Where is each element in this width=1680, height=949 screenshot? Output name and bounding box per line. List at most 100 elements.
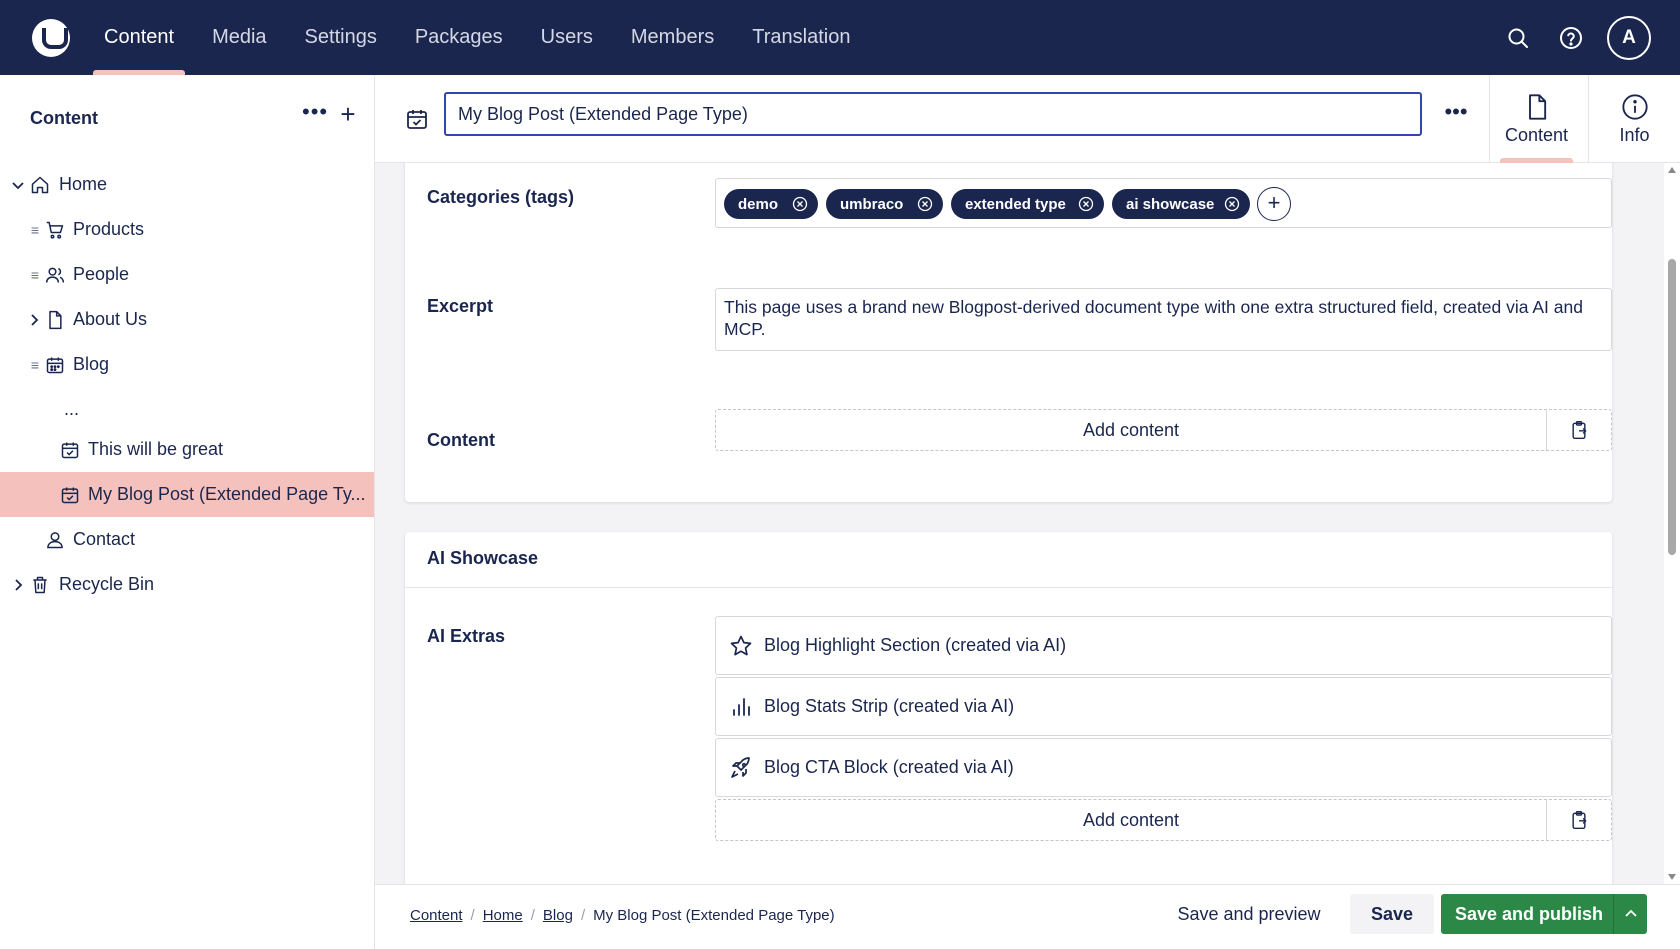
sidebar-actions-button[interactable]: ••• <box>302 101 328 129</box>
cart-icon <box>44 219 66 241</box>
excerpt-textarea[interactable]: This page uses a brand new Blogpost-deri… <box>715 288 1612 351</box>
help-icon[interactable] <box>1554 21 1588 55</box>
nav-packages[interactable]: Packages <box>396 0 522 75</box>
nav-media[interactable]: Media <box>193 0 285 75</box>
chevron-right-icon[interactable] <box>26 312 42 328</box>
nav-content[interactable]: Content <box>85 0 193 75</box>
remove-tag-icon[interactable] <box>917 196 933 212</box>
document-name-input[interactable] <box>444 92 1422 136</box>
ai-showcase-card: AI Showcase AI Extras Blog Highlight Sec… <box>405 532 1612 884</box>
chevron-down-icon[interactable] <box>10 177 26 193</box>
search-icon[interactable] <box>1501 21 1535 55</box>
clipboard-icon[interactable] <box>1546 800 1611 840</box>
tree-label: Recycle Bin <box>59 574 155 594</box>
tree-item-blog[interactable]: ≡ Blog <box>0 342 374 387</box>
tree-item-more[interactable]: ... <box>0 387 374 432</box>
editor-footer: Content / Home / Blog / My Blog Post (Ex… <box>375 884 1680 949</box>
chevron-right-icon[interactable] <box>10 577 26 593</box>
tree-item-this-will-be-great[interactable]: This will be great <box>0 427 374 472</box>
tree-item-home[interactable]: Home <box>0 162 374 207</box>
add-content-button[interactable]: Add content <box>715 409 1612 451</box>
tree-item-recycle-bin[interactable]: Recycle Bin <box>0 562 374 607</box>
remove-tag-icon[interactable] <box>1078 196 1094 212</box>
tags-field[interactable]: demo umbraco extended type ai showcase + <box>715 178 1612 228</box>
document-icon <box>44 309 66 331</box>
tree-label: Home <box>59 174 108 194</box>
breadcrumb-separator: / <box>580 907 586 924</box>
nav-translation[interactable]: Translation <box>733 0 869 75</box>
tree-item-my-blog-post[interactable]: My Blog Post (Extended Page Ty... <box>0 472 374 517</box>
drag-handle-icon[interactable]: ≡ <box>28 267 42 283</box>
tree-label: Contact <box>73 529 136 549</box>
tab-label: Content <box>1504 124 1569 145</box>
breadcrumb: Content / Home / Blog / My Blog Post (Ex… <box>410 907 835 924</box>
umbraco-logo[interactable] <box>32 19 70 57</box>
tree-item-contact[interactable]: Contact <box>0 517 374 562</box>
breadcrumb-current: My Blog Post (Extended Page Type) <box>593 907 835 924</box>
properties-card: Categories (tags) demo umbraco extended … <box>405 163 1612 502</box>
tag-chip: demo <box>724 189 818 219</box>
scroll-thumb[interactable] <box>1668 259 1676 555</box>
tag-chip: extended type <box>951 189 1104 219</box>
add-content-label: Add content <box>1082 810 1180 830</box>
ai-extras-label: AI Extras <box>427 626 506 646</box>
document-actions-button[interactable]: ••• <box>1441 101 1471 129</box>
breadcrumb-separator: / <box>470 907 475 924</box>
chevron-up-icon[interactable] <box>1613 894 1647 934</box>
breadcrumb-separator: / <box>530 907 535 924</box>
tree-label: This will be great <box>88 439 224 459</box>
tab-info[interactable]: Info <box>1588 75 1680 163</box>
ai-showcase-title: AI Showcase <box>427 548 539 568</box>
tree-item-about-us[interactable]: About Us <box>0 297 374 342</box>
save-button[interactable]: Save <box>1350 894 1434 934</box>
calendar-check-icon <box>59 439 81 461</box>
content-label: Content <box>427 430 495 450</box>
calendar-check-icon <box>59 484 81 506</box>
sidebar-title: Content <box>30 108 98 128</box>
add-content-button[interactable]: Add content <box>715 799 1612 841</box>
home-icon <box>29 174 51 196</box>
content-sidebar: Content ••• + Home ≡ Products ≡ People A… <box>0 75 375 949</box>
save-and-preview-button[interactable]: Save and preview <box>1174 894 1324 934</box>
tab-content[interactable]: Content <box>1489 75 1583 163</box>
tree-label: Products <box>73 219 145 239</box>
bar-chart-icon <box>729 695 753 719</box>
tree-item-people[interactable]: ≡ People <box>0 252 374 297</box>
drag-handle-icon[interactable]: ≡ <box>28 357 42 373</box>
nav-settings[interactable]: Settings <box>286 0 396 75</box>
tree-label: Blog <box>73 354 110 374</box>
drag-handle-icon[interactable]: ≡ <box>28 222 42 238</box>
create-button[interactable]: + <box>336 101 360 127</box>
nav-members[interactable]: Members <box>612 0 733 75</box>
clipboard-icon[interactable] <box>1546 410 1611 450</box>
block-item-stats[interactable]: Blog Stats Strip (created via AI) <box>715 677 1612 736</box>
remove-tag-icon[interactable] <box>1224 196 1240 212</box>
block-item-cta[interactable]: Blog CTA Block (created via AI) <box>715 738 1612 797</box>
editor-scrollbar[interactable] <box>1664 163 1680 884</box>
block-item-highlight[interactable]: Blog Highlight Section (created via AI) <box>715 616 1612 675</box>
add-tag-button[interactable]: + <box>1257 187 1291 221</box>
breadcrumb-link-home[interactable]: Home <box>483 907 523 924</box>
scroll-down-arrow[interactable] <box>1668 874 1676 880</box>
user-avatar[interactable]: A <box>1607 16 1651 60</box>
block-label: Blog CTA Block (created via AI) <box>764 757 1014 777</box>
nav-users[interactable]: Users <box>522 0 612 75</box>
scroll-up-arrow[interactable] <box>1668 167 1676 173</box>
breadcrumb-link-content[interactable]: Content <box>410 907 463 924</box>
tree-label: ... <box>64 399 80 419</box>
tree-label: My Blog Post (Extended Page Ty... <box>88 484 366 504</box>
tree-item-products[interactable]: ≡ Products <box>0 207 374 252</box>
calendar-check-icon[interactable] <box>405 107 429 131</box>
excerpt-label: Excerpt <box>427 296 494 316</box>
save-and-publish-button[interactable]: Save and publish <box>1441 894 1647 934</box>
remove-tag-icon[interactable] <box>792 196 808 212</box>
user-icon <box>44 529 66 551</box>
tab-label: Info <box>1619 124 1650 145</box>
top-header: Content Media Settings Packages Users Me… <box>0 0 1680 75</box>
block-label: Blog Stats Strip (created via AI) <box>764 696 1015 716</box>
trash-icon <box>29 574 51 596</box>
tree-label: About Us <box>73 309 148 329</box>
info-icon <box>1621 93 1649 121</box>
editor-header: ••• Content Info <box>375 75 1680 163</box>
breadcrumb-link-blog[interactable]: Blog <box>543 907 573 924</box>
